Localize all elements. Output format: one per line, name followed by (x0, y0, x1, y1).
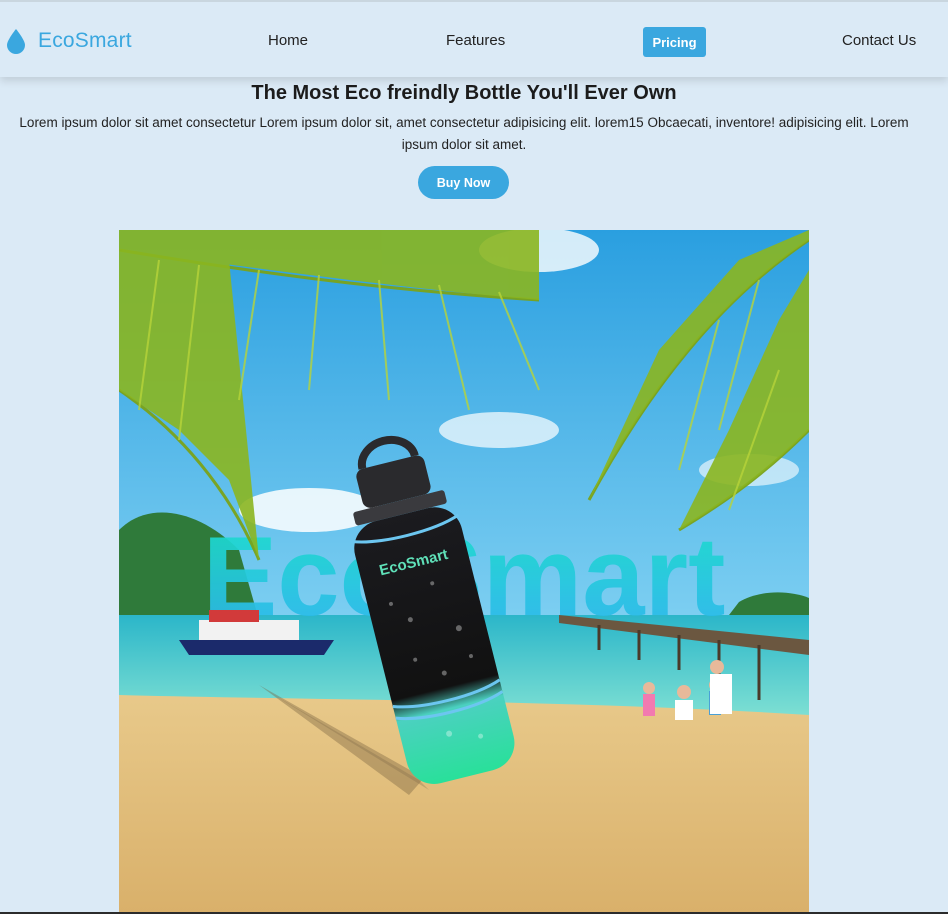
nav-contact-link[interactable]: Contact Us (842, 32, 916, 49)
brand-logo[interactable]: EcoSmart (6, 26, 132, 56)
nav-features-link[interactable]: Features (446, 32, 505, 49)
hero-description: Lorem ipsum dolor sit amet consectetur L… (19, 115, 909, 152)
beach-scene-illustration: EcoSmart (119, 230, 809, 914)
nav-home-link[interactable]: Home (268, 32, 308, 49)
nav-pricing-button[interactable]: Pricing (643, 27, 706, 57)
buy-now-button[interactable]: Buy Now (418, 166, 509, 199)
hero-title: The Most Eco freindly Bottle You'll Ever… (251, 82, 677, 104)
navbar: EcoSmart Home Features Pricing Contact U… (0, 0, 948, 77)
hero-product-image: EcoSmart (119, 230, 809, 914)
brand-name: EcoSmart (38, 29, 132, 52)
water-drop-icon (6, 28, 26, 54)
